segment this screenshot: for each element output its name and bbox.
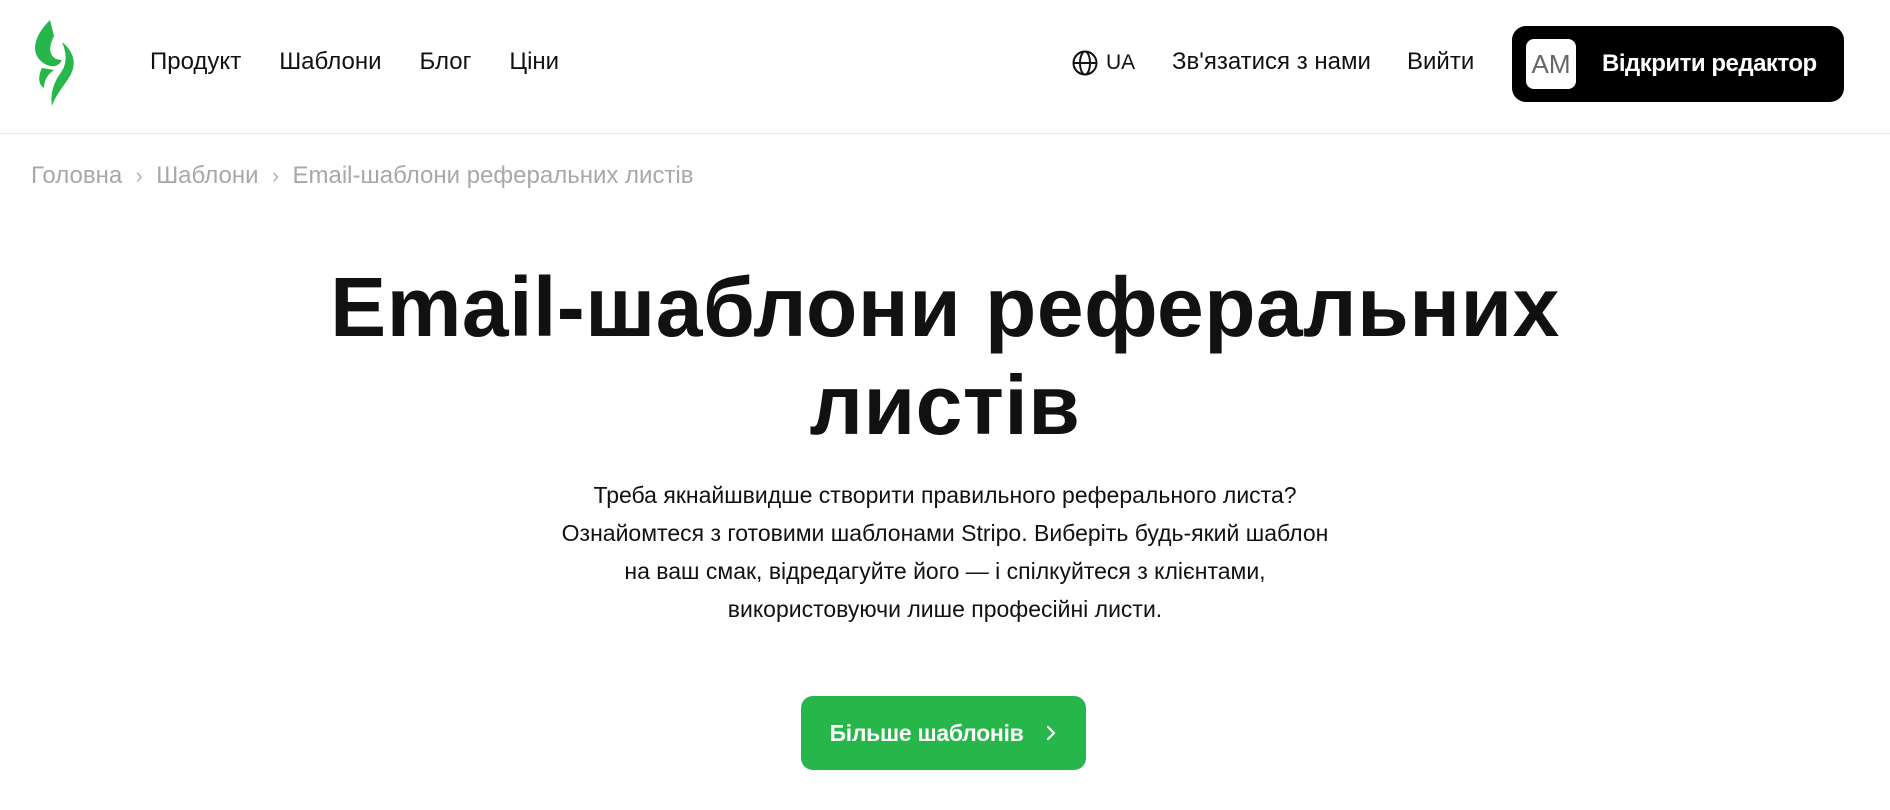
description-line: використовуючи лише професійні листи. (727, 596, 1163, 622)
breadcrumb-item-current: Email-шаблони реферальних листів (292, 162, 694, 189)
description-line: Ознайомтеся з готовими шаблонами Stripo.… (561, 520, 1329, 546)
breadcrumb: Головна › Шаблони › Email-шаблони рефера… (31, 162, 694, 190)
nav-item-templates[interactable]: Шаблони (279, 46, 381, 78)
site-header: Продукт Шаблони Блог Ціни UA Зв'язатися … (0, 0, 1890, 134)
breadcrumb-item-home[interactable]: Головна (31, 162, 122, 190)
chevron-right-icon: › (271, 163, 280, 188)
page-description: Треба якнайшвидше створити правильного р… (495, 476, 1395, 628)
open-editor-button[interactable]: AM Відкрити редактор (1512, 26, 1844, 102)
description-line: на ваш смак, відредагуйте його — і спілк… (624, 558, 1266, 584)
main-nav: Продукт Шаблони Блог Ціни (150, 46, 559, 78)
description-line: Треба якнайшвидше створити правильного р… (593, 482, 1297, 508)
chevron-right-icon: › (135, 163, 143, 188)
contact-us-link[interactable]: Зв'язатися з нами (1172, 46, 1371, 78)
nav-item-product[interactable]: Продукт (150, 46, 241, 78)
language-label: UA (1106, 51, 1136, 74)
stripo-logo-icon[interactable] (28, 16, 80, 108)
breadcrumb-item-templates[interactable]: Шаблони (156, 162, 258, 190)
more-templates-label: Більше шаблонів (829, 719, 1024, 746)
globe-icon (1072, 50, 1098, 76)
page-title: Email-шаблони реферальних листів (300, 258, 1590, 454)
avatar: AM (1526, 39, 1576, 89)
more-templates-button[interactable]: Більше шаблонів (801, 696, 1086, 770)
chevron-right-icon (1047, 725, 1056, 741)
nav-item-pricing[interactable]: Ціни (509, 46, 559, 78)
nav-item-blog[interactable]: Блог (419, 46, 471, 78)
open-editor-label: Відкрити редактор (1602, 50, 1817, 77)
logout-link[interactable]: Вийти (1407, 46, 1474, 78)
page-title-line: Email-шаблони реферальних (330, 260, 1560, 354)
language-switcher[interactable]: UA (1072, 48, 1135, 78)
page-title-line: листів (809, 358, 1081, 452)
